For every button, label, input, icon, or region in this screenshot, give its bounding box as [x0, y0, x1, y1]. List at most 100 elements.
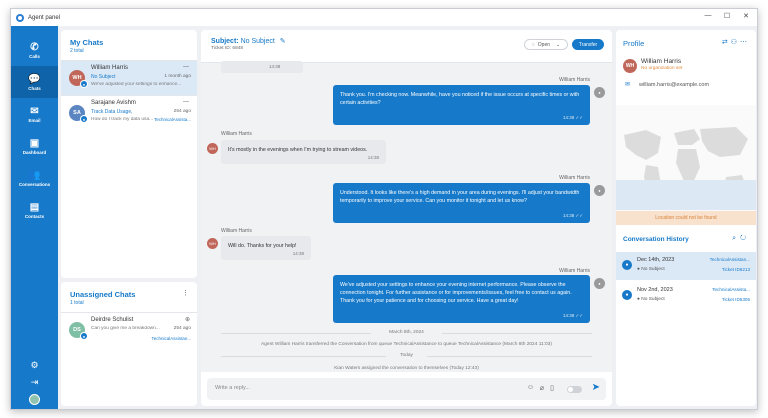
settings-icon[interactable]: ⚙	[30, 360, 38, 371]
history-date: Nov 2nd, 2023	[637, 287, 673, 293]
agent-avatar: ●	[594, 87, 605, 98]
nav-item-conversations[interactable]: 👥 Conversations	[11, 162, 58, 194]
history-date: Dec 14th, 2023	[637, 257, 675, 263]
contact-avatar: WH	[207, 238, 218, 249]
chat-row[interactable]: WH ● William Harris No Subject We've adj…	[61, 60, 197, 95]
nav-sidebar: ✆ Calls 💬 Chats ✉ Email ▣ Dashboard 👥 Co…	[11, 26, 58, 409]
nav-item-calls[interactable]: ✆ Calls	[11, 34, 58, 66]
people-icon: 👥	[28, 169, 41, 181]
status-value: Open	[537, 41, 551, 48]
message-bubble-incoming: It's mostly in the evenings when I'm try…	[221, 140, 386, 164]
maximize-button[interactable]: ☐	[722, 12, 732, 20]
private-note-toggle[interactable]	[567, 386, 582, 393]
nav-item-contacts[interactable]: ▤ Contacts	[11, 194, 58, 226]
history-subject: ● No Subject	[637, 267, 665, 272]
minimize-button[interactable]: —	[703, 12, 713, 19]
message-sender: William Harris	[221, 131, 252, 137]
subject-line: Subject: No Subject ✎	[211, 37, 286, 45]
chat-queue-tag: TechnicalAssistan...	[151, 336, 191, 341]
chat-subject: No Subject	[91, 74, 116, 80]
unassigned-title: Unassigned Chats	[70, 290, 136, 299]
chat-channel-icon: ●	[80, 80, 88, 88]
search-icon[interactable]: ⌕	[732, 235, 740, 242]
my-chats-total: 2 total	[70, 48, 84, 54]
chat-row-menu[interactable]: —	[183, 64, 189, 70]
more-vertical-icon[interactable]: ⋮	[182, 289, 189, 297]
edit-icon[interactable]: ✎	[280, 38, 286, 45]
status-select[interactable]: ○ Open ⌄	[524, 39, 568, 50]
transfer-button[interactable]: Transfer	[572, 39, 604, 50]
history-subject-text: No Subject	[641, 297, 665, 302]
link-icon[interactable]: ⇄	[722, 39, 731, 46]
user-avatar[interactable]	[29, 394, 40, 405]
phone-icon: ✆	[30, 41, 39, 53]
message-list: 14:38 William Harris ● Thank you. I'm ch…	[201, 61, 612, 372]
send-icon[interactable]: ➤	[592, 382, 600, 393]
message-text: Thank you. I'm checking now. Meanwhile, …	[340, 92, 580, 106]
contacts-icon: ▤	[29, 201, 40, 213]
chat-contact-name: Sarajane Avishm	[91, 100, 136, 106]
reply-input[interactable]: Write a reply...	[215, 385, 250, 391]
location-error: Location could not be found	[616, 211, 756, 225]
avatar: DS ●	[69, 322, 88, 340]
more-icon[interactable]: ⋯	[740, 39, 750, 46]
chat-row-menu[interactable]: —	[183, 99, 189, 105]
history-subject-text: No Subject	[641, 267, 665, 272]
my-chats-title: My Chats	[70, 38, 104, 47]
message-text: It's mostly in the evenings when I'm try…	[228, 147, 368, 153]
contact-avatar: WH	[207, 143, 218, 154]
message-bubble-partial: 14:38	[221, 61, 303, 73]
nav-item-chats[interactable]: 💬 Chats	[11, 66, 58, 98]
chat-time: 254 ago	[173, 109, 191, 114]
history-actions: ⌕↻	[732, 235, 750, 243]
chat-preview: We've adjusted your settings to enhance.…	[91, 82, 181, 87]
chat-icon: 💬	[28, 73, 41, 85]
reply-composer[interactable]: Write a reply... ☺ ⌀ ▯ ➤	[207, 378, 606, 400]
history-row[interactable]: ● Nov 2nd, 2023 ● No Subject TechnicalAs…	[616, 282, 756, 310]
conversation-history: Conversation History ⌕↻ ● Dec 14th, 2023…	[616, 229, 756, 406]
attach-icon[interactable]: ⌀	[540, 384, 544, 392]
message-text: Understood. It looks like there's a high…	[340, 190, 580, 204]
emoji-icon[interactable]: ☺	[527, 384, 534, 391]
message-time: 14:38 ✓✓	[562, 313, 583, 318]
nav-item-email[interactable]: ✉ Email	[11, 98, 58, 130]
nav-item-dashboard[interactable]: ▣ Dashboard	[11, 130, 58, 162]
nav-label: Contacts	[24, 213, 45, 219]
message-sender: William Harris	[559, 268, 590, 274]
avatar-initials: DS	[73, 327, 81, 333]
profile-title: Profile	[623, 39, 645, 48]
message-bubble-outgoing: Thank you. I'm checking now. Meanwhile, …	[333, 85, 590, 125]
history-row[interactable]: ● Dec 14th, 2023 ● No Subject TechnicalA…	[616, 252, 756, 280]
chevron-down-icon: ⌄	[556, 41, 561, 48]
avatar-initials: WH	[72, 75, 82, 81]
map-highlight	[616, 180, 756, 210]
chat-row[interactable]: SA ● Sarajane Avishm Track Data Usage, H…	[61, 95, 197, 130]
logout-icon[interactable]: ⇥	[31, 377, 39, 388]
profile-email[interactable]: william.harris@example.com	[639, 82, 709, 88]
nav-label: Dashboard	[22, 149, 47, 155]
message-text: Will do. Thanks for your help!	[228, 243, 297, 249]
chat-contact-name: William Harris	[91, 65, 128, 71]
my-chats-panel: My Chats 2 total WH ● William Harris No …	[61, 30, 197, 278]
agent-avatar: ●	[594, 185, 605, 196]
close-button[interactable]: ✕	[741, 12, 751, 20]
dashboard-icon: ▣	[29, 137, 40, 149]
add-icon[interactable]: ⊕	[185, 316, 190, 323]
avatar: WH ●	[69, 70, 88, 88]
message-time: 14:38	[292, 251, 304, 256]
subject-value: No Subject	[240, 38, 275, 45]
chat-row[interactable]: DS ● Deirdre Schulist Can you give me a …	[61, 312, 197, 350]
agent-panel-window: Agent panel — ☐ ✕ ✆ Calls 💬 Chats ✉ Emai…	[10, 8, 758, 410]
chat-time: 1 month ago	[164, 74, 191, 79]
conversation-panel: Subject: No Subject ✎ Ticket ID: 6848 ○ …	[201, 30, 612, 406]
refresh-icon[interactable]: ↻	[740, 235, 750, 242]
document-icon[interactable]: ▯	[550, 384, 554, 392]
email-icon: ✉	[625, 82, 631, 88]
profile-name: William Harris	[641, 58, 682, 65]
system-message: Agent William Harris transferred the Con…	[261, 342, 552, 347]
add-contact-icon[interactable]: ⚇	[731, 39, 740, 46]
chat-subject: Track Data Usage,	[91, 109, 133, 115]
history-queue: TechnicalAssistan...	[709, 257, 750, 262]
history-subject: ● No Subject	[637, 297, 665, 302]
avatar: SA ●	[69, 105, 88, 123]
